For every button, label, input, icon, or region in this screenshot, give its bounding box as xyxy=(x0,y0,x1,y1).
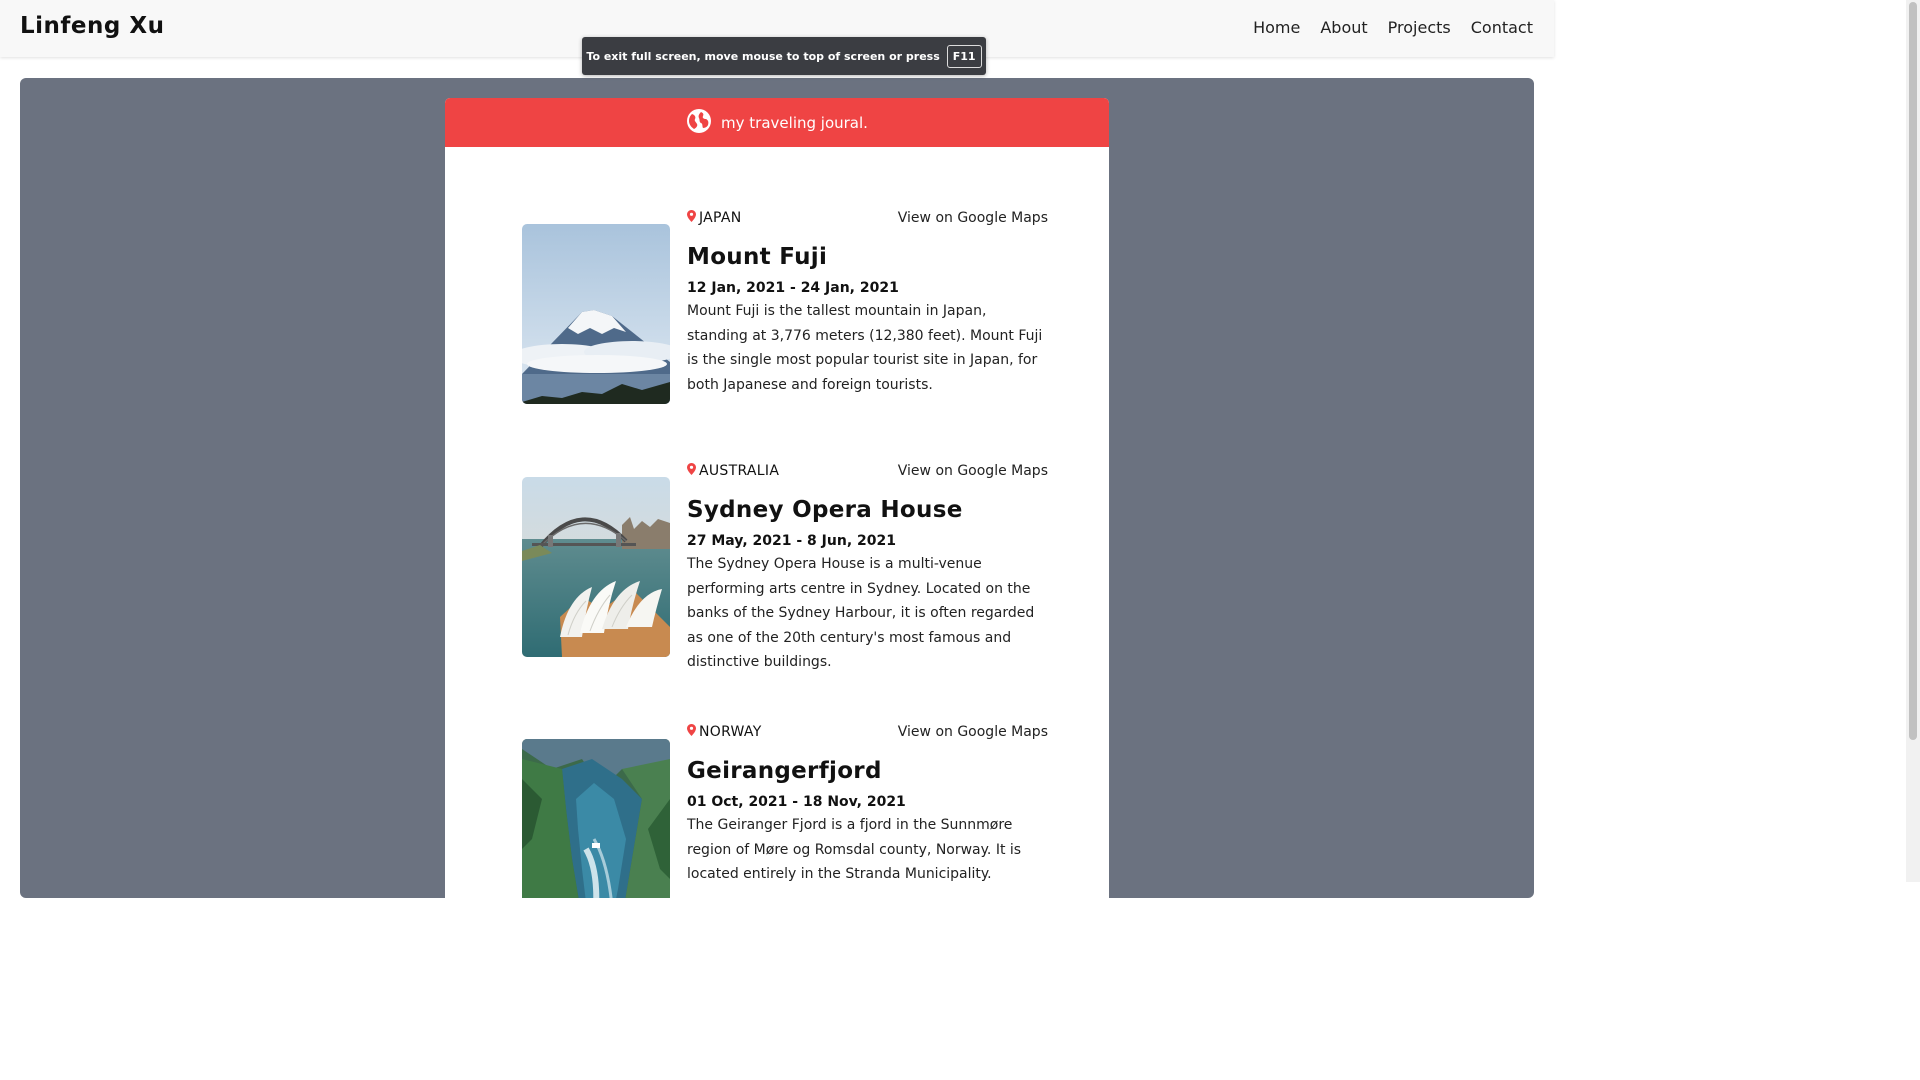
entry-meta: NORWAY View on Google Maps xyxy=(687,724,1048,744)
fullscreen-notice-text: To exit full screen, move mouse to top o… xyxy=(586,49,940,63)
journal-header: my traveling joural. xyxy=(445,98,1109,147)
entry-country: NORWAY xyxy=(699,724,762,740)
entry-description: The Sydney Opera House is a multi-venue … xyxy=(687,556,1035,670)
entry-location: NORWAY xyxy=(687,724,762,740)
page-scrollbar[interactable] xyxy=(1906,0,1920,882)
entry-location: AUSTRALIA xyxy=(687,463,779,479)
entry-dates: 12 Jan, 2021 - 24 Jan, 2021 xyxy=(687,280,899,296)
sydney-opera-house-photo xyxy=(522,477,670,657)
entry-dates: 01 Oct, 2021 - 18 Nov, 2021 xyxy=(687,794,906,810)
nav-about-link[interactable]: About xyxy=(1320,18,1367,37)
entry-location: JAPAN xyxy=(687,210,742,226)
nav-contact-link[interactable]: Contact xyxy=(1471,18,1533,37)
entry-title: Mount Fuji xyxy=(687,244,828,270)
globe-icon xyxy=(686,108,712,138)
fullscreen-notice: To exit full screen, move mouse to top o… xyxy=(582,37,986,75)
google-maps-link[interactable]: View on Google Maps xyxy=(898,463,1048,479)
scrollbar-thumb[interactable] xyxy=(1909,2,1917,740)
entry-description: Mount Fuji is the tallest mountain in Ja… xyxy=(687,303,1043,393)
brand-logo[interactable]: Linfeng Xu xyxy=(20,13,164,39)
geirangerfjord-photo xyxy=(522,739,670,898)
entry-title: Geirangerfjord xyxy=(687,758,882,784)
entry-country: AUSTRALIA xyxy=(699,463,780,479)
location-pin-icon xyxy=(687,463,696,479)
entry-title: Sydney Opera House xyxy=(687,497,963,523)
entry-meta: JAPAN View on Google Maps xyxy=(687,210,1048,230)
entry-meta: AUSTRALIA View on Google Maps xyxy=(687,463,1048,483)
entry-info: AUSTRALIA View on Google Maps Sydney Ope… xyxy=(687,463,1048,675)
location-pin-icon xyxy=(687,724,696,740)
main-nav: Home About Projects Contact xyxy=(1253,18,1533,37)
entry-info: NORWAY View on Google Maps Geirangerfjor… xyxy=(687,724,1048,887)
journal-card: my traveling joural. JAPAN View on Googl… xyxy=(445,98,1109,898)
entry-info: JAPAN View on Google Maps Mount Fuji 12 … xyxy=(687,210,1048,397)
google-maps-link[interactable]: View on Google Maps xyxy=(898,210,1048,226)
journal-title: my traveling joural. xyxy=(721,113,868,132)
location-pin-icon xyxy=(687,210,696,226)
google-maps-link[interactable]: View on Google Maps xyxy=(898,724,1048,740)
nav-projects-link[interactable]: Projects xyxy=(1388,18,1451,37)
nav-home-link[interactable]: Home xyxy=(1253,18,1300,37)
entry-country: JAPAN xyxy=(699,210,742,226)
fullscreen-key-badge: F11 xyxy=(946,44,982,68)
entry-dates: 27 May, 2021 - 8 Jun, 2021 xyxy=(687,533,896,549)
entry-description: The Geiranger Fjord is a fjord in the Su… xyxy=(687,817,1022,882)
mount-fuji-photo xyxy=(522,224,670,404)
